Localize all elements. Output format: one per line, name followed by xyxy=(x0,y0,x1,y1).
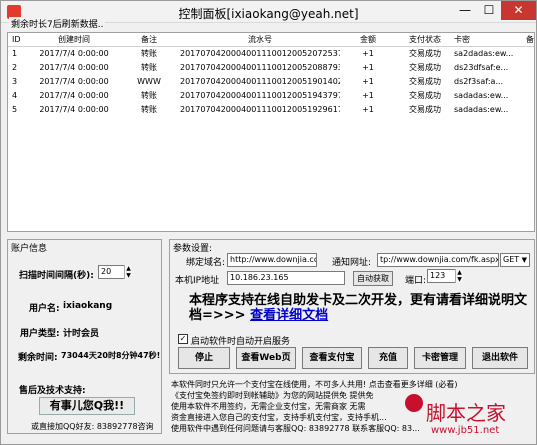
local-ip-label: 本机IP地址 xyxy=(175,276,220,286)
column-header[interactable]: 卡密 xyxy=(454,33,534,47)
exit-button[interactable]: 退出软件 xyxy=(472,347,528,369)
cell-amount: +1 xyxy=(362,77,374,86)
domain-label: 绑定域名: xyxy=(186,258,226,268)
watermark-url: www.jb51.net xyxy=(431,425,500,436)
cell-card: ds2f3saf:a... xyxy=(454,77,504,86)
view-web-button[interactable]: 查看Web页 xyxy=(236,347,296,369)
cell-created: 2017/7/4 0:00:00 xyxy=(39,77,109,86)
column-header[interactable]: 流水号 xyxy=(180,33,340,47)
table-row[interactable]: 2 2017/7/4 0:00:00 转账 201707042000400111… xyxy=(8,61,534,75)
cell-serial: 20170704200040011100120051929617 xyxy=(180,105,340,114)
method-select[interactable]: GET ▼ xyxy=(500,253,530,267)
username-label: 用户名: xyxy=(29,304,60,314)
cell-serial: 20170704200040011100120051943797 xyxy=(180,91,340,100)
table-row[interactable]: 4 2017/7/4 0:00:00 转账 201707042000400111… xyxy=(8,89,534,103)
cell-status: 交易成功 xyxy=(409,105,441,114)
chevron-down-icon: ▼ xyxy=(521,256,527,264)
cell-created: 2017/7/4 0:00:00 xyxy=(39,105,109,114)
cell-amount: +1 xyxy=(362,105,374,114)
autostart-label: 启动软件时自动开启服务 xyxy=(191,337,291,347)
cell-amount: +1 xyxy=(362,49,374,58)
view-docs-link[interactable]: 查看详细文档 xyxy=(250,308,328,323)
local-ip-input[interactable]: 10.186.23.165 xyxy=(227,271,345,285)
cell-status: 交易成功 xyxy=(409,91,441,100)
support-label: 售后及技术支持: xyxy=(19,386,86,396)
notice-line: 本软件同时只允许一个支付宝在线使用，不可多人共用! 点击查看更多详细 (必看) xyxy=(171,380,458,389)
column-header[interactable]: 创建时间 xyxy=(30,33,118,47)
promo-body: 本程序支持在线自助发卡及二次开发，更有请看详细说明文档=>>> xyxy=(189,293,528,323)
cell-status: 交易成功 xyxy=(409,77,441,86)
method-select-value: GET xyxy=(503,255,520,264)
watermark-text: 脚本之家 xyxy=(426,401,506,425)
cell-remark: 转账 xyxy=(141,105,157,114)
maximize-button[interactable]: ☐ xyxy=(477,1,501,20)
cell-remark: 转账 xyxy=(141,63,157,72)
recharge-button[interactable]: 充值 xyxy=(368,347,408,369)
refresh-status: 剩余时长7后刷新数据.. xyxy=(9,17,106,30)
user-type-label: 用户类型: xyxy=(20,329,60,339)
qq-contact-button[interactable]: 有事儿您Q我!! xyxy=(39,397,135,415)
cell-serial: 20170704200040011100120052088793 xyxy=(180,63,340,72)
auto-fetch-button[interactable]: 自动获取 xyxy=(353,271,393,286)
view-alipay-button[interactable]: 查看支付宝 xyxy=(302,347,362,369)
close-button[interactable]: ✕ xyxy=(501,1,536,20)
card-management-button[interactable]: 卡密管理 xyxy=(414,347,466,369)
cell-status: 交易成功 xyxy=(409,49,441,58)
cell-serial: 20170704200040011100120051901402 xyxy=(180,77,340,86)
cell-created: 2017/7/4 0:00:00 xyxy=(39,49,109,58)
stop-button[interactable]: 停止 xyxy=(178,347,230,369)
notify-url-input[interactable]: tp://www.downjia.com/fk.aspx xyxy=(377,253,499,267)
cell-amount: +1 xyxy=(362,63,374,72)
column-header[interactable]: 备注 xyxy=(118,33,180,47)
minimize-button[interactable]: — xyxy=(453,1,477,20)
column-header[interactable]: 金额 xyxy=(340,33,396,47)
cell-serial: 20170704200040011100120052072537 xyxy=(180,49,340,58)
qq-note: 或直接加QQ好友: 83892778咨询 xyxy=(31,422,154,431)
notify-url-label: 通知网址: xyxy=(332,258,372,268)
username-value: ixiaokang xyxy=(63,301,113,311)
scan-interval-spinner[interactable]: ▲ ▼ xyxy=(124,265,132,279)
params-section-label: 参数设置: xyxy=(173,244,213,254)
port-spinner[interactable]: ▲ ▼ xyxy=(455,269,463,283)
autostart-checkbox[interactable]: ✓ xyxy=(178,334,188,344)
cell-remark: WWW xyxy=(137,77,161,86)
cell-created: 2017/7/4 0:00:00 xyxy=(39,91,109,100)
main-window: 控制面板[ixiaokang@yeah.net] — ☐ ✕ 剩余时长7后刷新数… xyxy=(0,0,537,445)
orders-table[interactable]: ID 创建时间 备注 流水号 金额 支付状态 卡密 备 1 2017/7/4 0… xyxy=(7,32,535,232)
promo-text: 本程序支持在线自助发卡及二次开发，更有请看详细说明文档=>>> 查看详细文档 xyxy=(189,293,529,323)
cell-remark: 转账 xyxy=(141,91,157,100)
column-header[interactable]: 支付状态 xyxy=(396,33,454,47)
account-section-label: 账户信息 xyxy=(11,244,48,254)
cell-amount: +1 xyxy=(362,91,374,100)
table-header: ID 创建时间 备注 流水号 金额 支付状态 卡密 备 xyxy=(8,33,534,47)
cell-remark: 转账 xyxy=(141,49,157,58)
scan-interval-label: 扫描时间间隔(秒): xyxy=(19,271,94,281)
remaining-time-label: 剩余时间: xyxy=(18,353,58,363)
cell-created: 2017/7/4 0:00:00 xyxy=(39,63,109,72)
cell-status: 交易成功 xyxy=(409,63,441,72)
cell-card: ds23dfsaf:e... xyxy=(454,63,509,72)
table-row[interactable]: 5 2017/7/4 0:00:00 转账 201707042000400111… xyxy=(8,103,534,117)
cell-card: sa2dadas:ew... xyxy=(454,49,514,58)
watermark-logo-icon xyxy=(405,394,423,412)
remaining-time-value: 73044天20时8分钟47秒! xyxy=(61,351,161,360)
user-type-value: 计时会员 xyxy=(63,329,100,339)
port-label: 端口: xyxy=(405,276,427,286)
table-row[interactable]: 1 2017/7/4 0:00:00 转账 201707042000400111… xyxy=(8,47,534,61)
cell-card: sadadas:ew... xyxy=(454,91,509,100)
domain-input[interactable]: http://www.downjia.com xyxy=(227,253,317,267)
column-header[interactable]: 备 xyxy=(526,33,534,47)
table-row[interactable]: 3 2017/7/4 0:00:00 WWW 20170704200040011… xyxy=(8,75,534,89)
cell-card: sadadas:ew... xyxy=(454,105,509,114)
